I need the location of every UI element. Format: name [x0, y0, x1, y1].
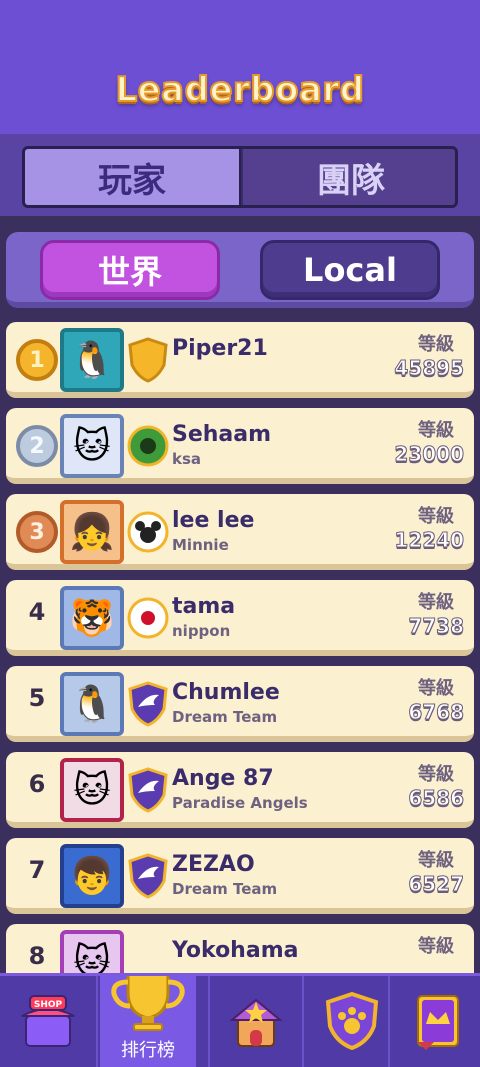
shop-label: SHOP	[34, 1000, 63, 1010]
house-icon	[229, 998, 283, 1047]
team-tab[interactable]	[304, 976, 400, 1067]
bronze-medal-icon: 3	[16, 511, 58, 553]
rank-number: 7	[28, 856, 46, 884]
table-row[interactable]: 7 👦 ZEZAO Dream Team 等級 6527	[6, 838, 474, 914]
shop-icon: SHOP	[21, 994, 75, 1047]
header	[0, 0, 480, 134]
team-name: Paradise Angels	[172, 794, 308, 812]
table-row[interactable]: 2 🐱 Sehaam ksa 等級 23000	[6, 408, 474, 484]
local-button[interactable]: Local	[260, 240, 440, 300]
level-value: 6768	[408, 700, 465, 725]
avatar: 👧	[60, 500, 124, 564]
table-row[interactable]: 5 🐧 Chumlee Dream Team 等級 6768	[6, 666, 474, 742]
tab-players[interactable]: 玩家	[25, 149, 241, 205]
table-row[interactable]: 1 🐧 Piper21 等級 45895	[6, 322, 474, 398]
player-name: Ange 87	[172, 766, 274, 791]
green-shield-icon	[126, 422, 170, 470]
japan-flag-icon	[126, 594, 170, 642]
avatar: 🐧	[60, 672, 124, 736]
shield-icon	[126, 336, 170, 384]
avatar: 🐯	[60, 586, 124, 650]
team-name: Minnie	[172, 536, 229, 554]
level-label: 等級	[418, 420, 454, 441]
tab-teams[interactable]: 團隊	[243, 149, 455, 205]
level-label: 等級	[418, 764, 454, 785]
table-row[interactable]: 6 🐱 Ange 87 Paradise Angels 等級 6586	[6, 752, 474, 828]
gold-medal-icon: 1	[16, 339, 58, 381]
team-name: ksa	[172, 450, 202, 468]
nav-divider	[96, 976, 98, 1067]
level-value: 45895	[394, 356, 465, 381]
rank-number: 6	[28, 770, 46, 798]
level-label: 等級	[418, 506, 454, 527]
player-name: ZEZAO	[172, 852, 255, 877]
avatar: 🐱	[60, 414, 124, 478]
home-tab[interactable]	[208, 976, 304, 1067]
world-button[interactable]: 世界	[40, 240, 220, 300]
level-label: 等級	[418, 592, 454, 613]
level-label: 等級	[418, 678, 454, 699]
team-name: Dream Team	[172, 880, 278, 898]
player-name: Chumlee	[172, 680, 280, 705]
player-name: Piper21	[172, 336, 268, 361]
level-label: 等級	[418, 334, 454, 355]
level-value: 6527	[408, 872, 465, 897]
crown-book-icon	[417, 994, 459, 1050]
player-name: Sehaam	[172, 422, 272, 447]
table-row[interactable]: 3 👧 lee lee Minnie 等級 12240	[6, 494, 474, 570]
player-name: Yokohama	[172, 938, 299, 963]
level-value: 6586	[408, 786, 465, 811]
silver-medal-icon: 2	[16, 425, 58, 467]
collection-tab[interactable]	[390, 976, 480, 1067]
avatar: 🐱	[60, 758, 124, 822]
paw-shield-icon	[325, 991, 379, 1050]
team-name: nippon	[172, 622, 231, 640]
level-value: 12240	[394, 528, 465, 553]
wing-shield-icon	[126, 766, 170, 814]
level-value: 23000	[394, 442, 465, 467]
level-label: 等級	[418, 936, 454, 957]
level-value: 7738	[408, 614, 465, 639]
shop-tab[interactable]: SHOP	[0, 976, 96, 1067]
player-name: lee lee	[172, 508, 255, 533]
team-name: Dream Team	[172, 708, 278, 726]
wing-shield-icon	[126, 680, 170, 728]
rank-number: 5	[28, 684, 46, 712]
player-name: tama	[172, 594, 236, 619]
leaderboard-label: 排行榜	[121, 1040, 175, 1061]
table-row[interactable]: 4 🐯 tama nippon 等級 7738	[6, 580, 474, 656]
rank-number: 4	[28, 598, 46, 626]
avatar: 🐧	[60, 328, 124, 392]
tab-group: 玩家 團隊	[22, 146, 458, 208]
avatar: 👦	[60, 844, 124, 908]
wing-shield-icon	[126, 852, 170, 900]
mouse-emblem-icon	[126, 508, 170, 556]
page-title: Leaderboard	[114, 69, 365, 111]
level-label: 等級	[418, 850, 454, 871]
